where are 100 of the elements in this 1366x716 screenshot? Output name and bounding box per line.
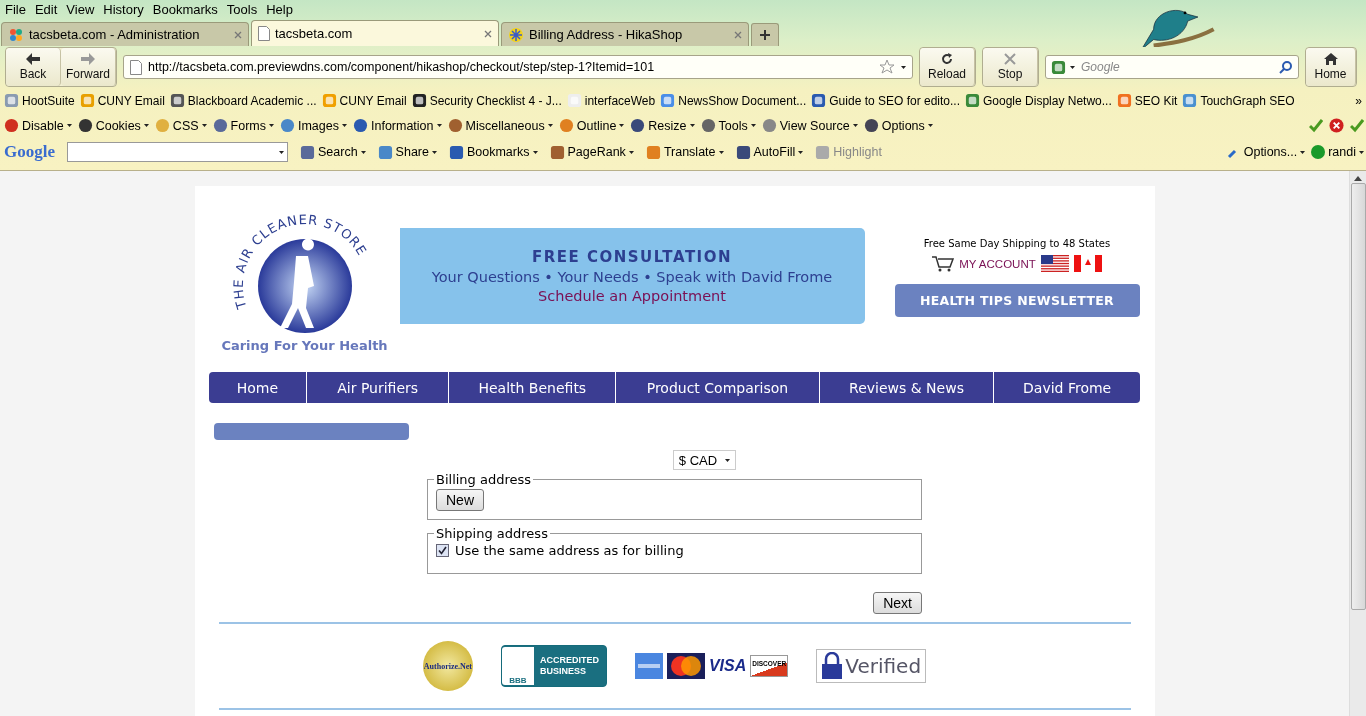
tool-icon: [4, 118, 19, 133]
close-icon[interactable]: [734, 30, 742, 39]
google-search-field[interactable]: [67, 142, 288, 162]
toolbar-menu[interactable]: Outline: [576, 118, 617, 133]
check-icon: [1350, 118, 1364, 133]
toolbar-menu[interactable]: Information: [371, 118, 434, 133]
toolbar-menu[interactable]: Disable: [22, 118, 64, 133]
bookmark-link[interactable]: Security Checklist 4 - J...: [429, 93, 562, 108]
forward-button[interactable]: Forward: [61, 48, 116, 86]
toolbar-button[interactable]: Translate: [663, 145, 716, 159]
back-button[interactable]: Back: [6, 48, 61, 86]
bookmark-link[interactable]: Blackboard Academic ...: [187, 93, 317, 108]
caret-icon: [689, 124, 695, 127]
caret-icon: [342, 124, 347, 127]
authorize-seal: Authorize.Net: [422, 641, 473, 691]
bookmark-link[interactable]: HootSuite: [22, 93, 75, 108]
menu-item[interactable]: Tools: [226, 2, 258, 17]
menu-item[interactable]: Edit: [34, 2, 58, 17]
toolbar-menu[interactable]: Options: [881, 118, 925, 133]
consultation-banner[interactable]: FREE CONSULTATION Your Questions • Your Needs • Speak with David Frome Schedule an Appointment: [399, 228, 865, 324]
bookmark-link[interactable]: NewsShow Document...: [678, 93, 807, 108]
google-logo: Google: [4, 142, 55, 162]
toolbar-menu[interactable]: Cookies: [95, 118, 141, 133]
toolbar-button[interactable]: Share: [395, 145, 429, 159]
nav-link[interactable]: Air Purifiers: [306, 372, 450, 403]
menu-item[interactable]: View: [66, 2, 95, 17]
caret-icon: [927, 124, 933, 127]
newsletter-button[interactable]: HEALTH TIPS NEWSLETTER: [894, 284, 1140, 317]
browser-tab[interactable]: tacsbeta.com: [251, 20, 499, 46]
search-icon[interactable]: [1279, 60, 1293, 74]
bookmark-link[interactable]: Google Display Netwo...: [983, 93, 1112, 108]
caret-icon: [798, 150, 804, 154]
home-icon: [1323, 53, 1338, 65]
reload-button[interactable]: Reload: [920, 48, 975, 86]
flag-icon[interactable]: [1040, 255, 1069, 272]
new-address-button[interactable]: New: [436, 489, 484, 511]
next-button[interactable]: Next: [873, 592, 922, 614]
tagline: Caring For Your Health: [221, 338, 388, 353]
toolbar-menu[interactable]: Miscellaneous: [465, 118, 545, 133]
bookmark-icon: [1182, 93, 1198, 108]
caret-icon: [750, 124, 756, 127]
toolbar-button[interactable]: Search: [318, 145, 358, 159]
bookmark-icon: [660, 93, 676, 108]
menu-item[interactable]: Bookmarks: [152, 2, 218, 17]
close-icon[interactable]: [484, 29, 492, 38]
caret-icon: [360, 150, 366, 154]
account-link[interactable]: MY ACCOUNT: [959, 257, 1036, 270]
nav-link[interactable]: Reviews & News: [819, 372, 995, 403]
home-button[interactable]: Home: [1306, 48, 1356, 86]
cart-icon[interactable]: [932, 255, 955, 272]
address-bar[interactable]: http://tacsbeta.com.previewdns.com/component/hikashop/checkout/step/step-1?Itemid=101: [123, 55, 913, 79]
user-name[interactable]: randi: [1328, 145, 1356, 159]
checkbox[interactable]: [436, 544, 449, 557]
toolbar-menu[interactable]: Resize: [648, 118, 687, 133]
toolbar-menu[interactable]: View Source: [779, 118, 850, 133]
appointment-link[interactable]: Schedule an Appointment: [538, 288, 726, 304]
bookmark-icon: [811, 93, 827, 108]
close-icon[interactable]: [234, 30, 242, 39]
scrollbar[interactable]: [1349, 171, 1366, 716]
flag-icon[interactable]: [1073, 255, 1102, 272]
caret-icon: [431, 150, 437, 154]
bookmark-icon: [1051, 59, 1066, 75]
menu-item[interactable]: File: [5, 2, 26, 17]
menu-item[interactable]: Help: [266, 2, 293, 17]
plus-icon: [760, 30, 770, 40]
right-arrow-icon: [81, 53, 95, 65]
currency-select[interactable]: $ CAD: [672, 450, 737, 470]
tool-icon: [300, 144, 315, 160]
bookmark-link[interactable]: interfaceWeb: [584, 93, 656, 108]
toolbar-button[interactable]: Options...: [1243, 145, 1298, 159]
new-tab-button[interactable]: [751, 23, 779, 46]
nav-link[interactable]: Home: [209, 372, 307, 403]
more-bookmarks-button[interactable]: »: [1355, 93, 1362, 108]
toolbar-button[interactable]: AutoFill: [753, 145, 796, 159]
caret-icon: [532, 150, 538, 154]
bookmark-link[interactable]: CUNY Email: [97, 93, 165, 108]
browser-tab[interactable]: tacsbeta.com - Administration: [1, 22, 249, 46]
toolbar-menu[interactable]: CSS: [172, 118, 199, 133]
mastercard-icon: [666, 653, 705, 679]
tool-icon: [815, 144, 831, 160]
fieldset-legend: Billing address: [434, 472, 534, 487]
toolbar-button[interactable]: Bookmarks: [466, 145, 530, 159]
nav-link[interactable]: Product Comparison: [616, 372, 820, 403]
toolbar-menu[interactable]: Tools: [718, 118, 748, 133]
menu-item[interactable]: History: [103, 2, 144, 17]
up-arrow-icon[interactable]: [1354, 176, 1362, 181]
caret-icon: [852, 124, 858, 127]
toolbar-menu[interactable]: Forms: [230, 118, 266, 133]
stop-button[interactable]: Stop: [983, 48, 1038, 86]
search-box[interactable]: Google: [1045, 55, 1299, 79]
nav-link[interactable]: David Frome: [994, 372, 1140, 403]
nav-link[interactable]: Health Benefits: [449, 372, 617, 403]
bookmark-link[interactable]: TouchGraph SEO: [1200, 93, 1295, 108]
bookmark-link[interactable]: Guide to SEO for edito...: [829, 93, 960, 108]
toolbar-button[interactable]: PageRank: [567, 145, 626, 159]
browser-tab[interactable]: Billing Address - HikaShop: [501, 22, 749, 46]
search-field[interactable]: Google: [1079, 59, 1275, 75]
toolbar-menu[interactable]: Images: [298, 118, 339, 133]
bookmark-link[interactable]: SEO Kit: [1134, 93, 1178, 108]
bookmark-link[interactable]: CUNY Email: [339, 93, 407, 108]
